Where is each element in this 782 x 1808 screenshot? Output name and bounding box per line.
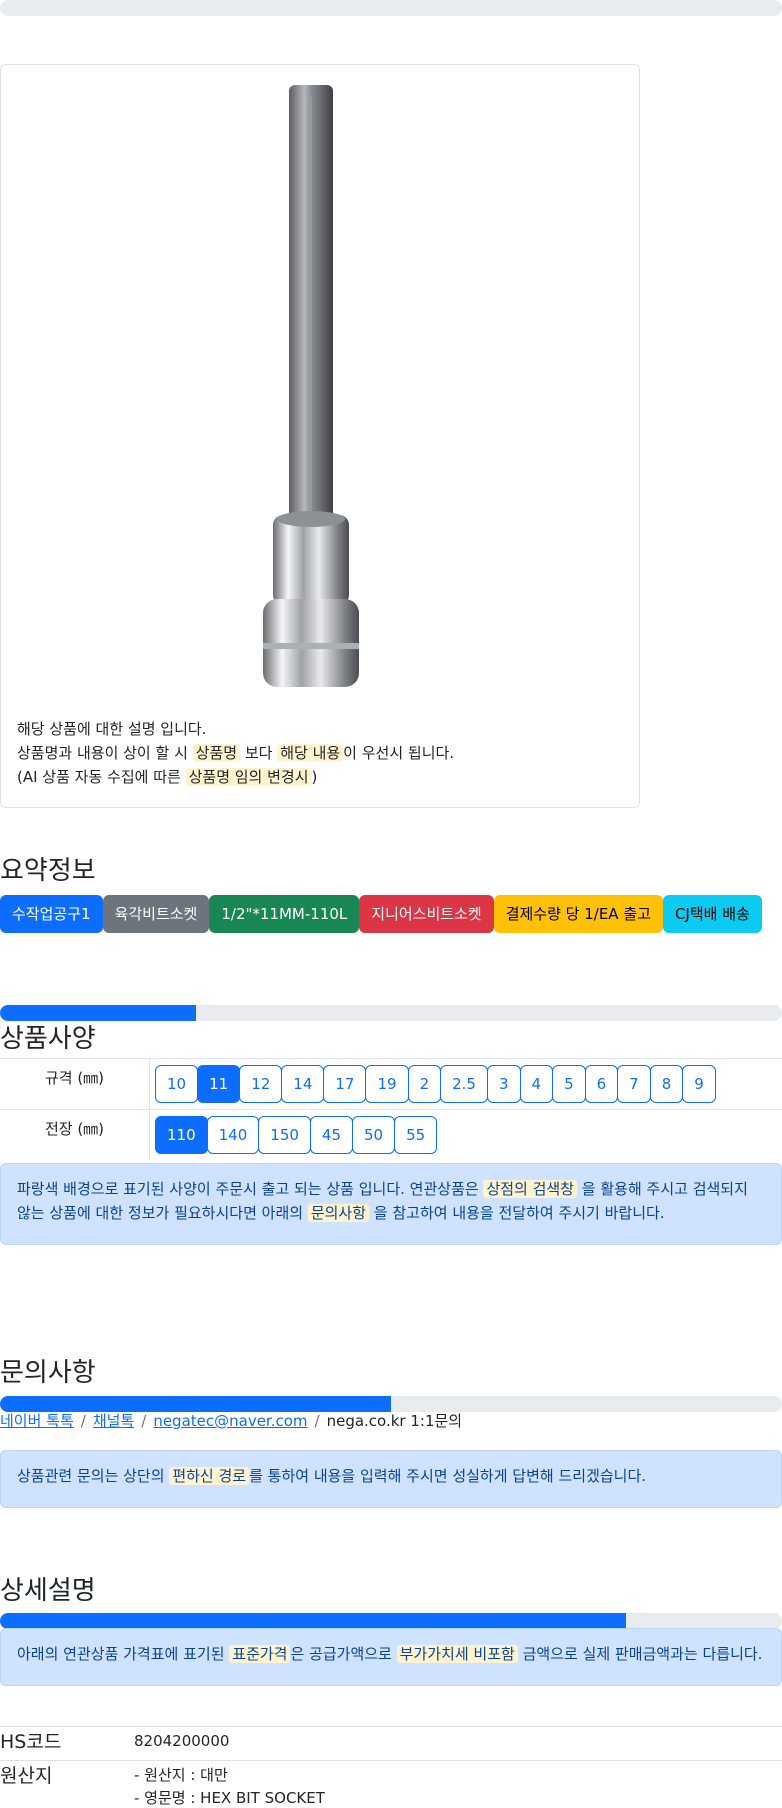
spec-option-0-9[interactable]: 4	[519, 1065, 554, 1103]
hex-bit-socket-image	[263, 85, 359, 687]
badge-brand: 지니어스비트소켓	[359, 895, 494, 933]
detail-notice: 아래의 연관상품 가격표에 표기된 표준가격 은 공급가액으로 부가가치세 비포함…	[0, 1628, 782, 1686]
detail-progress-bar	[0, 1613, 782, 1629]
product-description: 해당 상품에 대한 설명 입니다. 상품명과 내용이 상이 할 시 상품명 보다…	[17, 717, 454, 789]
spec-row-size: 규격 (㎜) 10 11 12 14 17 19 2 2.5 3 4 5 6 7 8 9	[0, 1058, 782, 1110]
highlight-standard-price: 표준가격	[229, 1645, 291, 1663]
spec-label-size: 규격 (㎜)	[0, 1059, 150, 1110]
spec-option-0-14[interactable]: 9	[682, 1065, 716, 1103]
description-line-2: 상품명과 내용이 상이 할 시 상품명 보다 해당 내용 이 우선시 됩니다.	[17, 744, 455, 762]
badge-type: 육각비트소켓	[102, 895, 210, 933]
spec-progress-bar	[0, 1005, 782, 1021]
spec-option-1-0[interactable]: 110	[155, 1116, 208, 1154]
spec-option-1-4[interactable]: 50	[352, 1116, 396, 1154]
spec-option-1-5[interactable]: 55	[394, 1116, 438, 1154]
spec-option-0-0[interactable]: 10	[155, 1065, 199, 1103]
spec-label-length: 전장 (㎜)	[0, 1110, 150, 1161]
highlight-search: 상점의 검색창	[483, 1180, 578, 1198]
site-inquiry-text: nega.co.kr 1:1문의	[326, 1412, 463, 1430]
email-link[interactable]: negatec@naver.com	[153, 1412, 307, 1430]
highlight-route: 편하신 경로	[169, 1467, 250, 1485]
spec-title: 상품사양	[0, 1024, 96, 1054]
spec-options-length: 110 140 150 45 50 55	[155, 1116, 438, 1154]
spec-option-0-10[interactable]: 5	[552, 1065, 586, 1103]
inquiry-title: 문의사항	[0, 1358, 96, 1388]
hs-code-label: HS코드	[0, 1731, 62, 1753]
badge-size: 1/2"*11MM-110L	[209, 895, 360, 933]
naver-talk-link[interactable]: 네이버 톡톡	[0, 1412, 74, 1430]
highlight-vat: 부가가치세 비포함	[396, 1645, 518, 1663]
origin-row: 원산지 - 원산지 : 대만 - 영문명 : HEX BIT SOCKET	[0, 1760, 782, 1808]
product-card: 해당 상품에 대한 설명 입니다. 상품명과 내용이 상이 할 시 상품명 보다…	[0, 64, 640, 808]
highlight-name-change: 상품명 임의 변경시	[185, 768, 312, 786]
origin-value: - 원산지 : 대만 - 영문명 : HEX BIT SOCKET	[134, 1766, 325, 1807]
spec-option-0-3[interactable]: 14	[281, 1065, 325, 1103]
spec-option-0-4[interactable]: 17	[323, 1065, 367, 1103]
spec-option-0-11[interactable]: 6	[584, 1065, 619, 1103]
spec-option-0-2[interactable]: 12	[239, 1065, 283, 1103]
badge-shipping: CJ택배 배송	[662, 895, 762, 933]
spec-option-1-2[interactable]: 150	[258, 1116, 311, 1154]
badge-quantity: 결제수량 당 1/EA 출고	[493, 895, 663, 933]
highlight-content: 해당 내용	[277, 744, 344, 762]
description-line-3: (AI 상품 자동 수집에 따른 상품명 임의 변경시)	[17, 768, 318, 786]
origin-label: 원산지	[0, 1765, 53, 1787]
inquiry-notice: 상품관련 문의는 상단의 편하신 경로 를 통하여 내용을 입력해 주시면 성실하…	[0, 1450, 782, 1508]
spec-option-0-7[interactable]: 2.5	[440, 1065, 488, 1103]
contact-links: 네이버 톡톡 / 채널톡 / negatec@naver.com / nega.co.kr …	[0, 1412, 463, 1430]
spec-option-1-1[interactable]: 140	[206, 1116, 260, 1154]
highlight-inquiry: 문의사항	[307, 1204, 370, 1222]
spec-option-0-12[interactable]: 7	[617, 1065, 651, 1103]
summary-badges: 수작업공구1 육각비트소켓 1/2"*11MM-110L 지니어스비트소켓 결제…	[0, 895, 762, 933]
top-progress-bar	[0, 0, 782, 16]
hs-code-row: HS코드 8204200000	[0, 1726, 782, 1760]
detail-progress-fill	[0, 1613, 626, 1629]
channel-talk-link[interactable]: 채널톡	[93, 1412, 134, 1430]
highlight-product-name: 상품명	[192, 744, 241, 762]
spec-options-size: 10 11 12 14 17 19 2 2.5 3 4 5 6 7 8 9	[155, 1065, 716, 1103]
spec-option-0-6[interactable]: 2	[407, 1065, 442, 1103]
detail-title: 상세설명	[0, 1576, 96, 1606]
hs-code-value: 8204200000	[134, 1732, 230, 1750]
spec-notice: 파랑색 배경으로 표기된 사양이 주문시 출고 되는 상품 입니다. 연관상품은…	[0, 1163, 782, 1245]
spec-option-1-3[interactable]: 45	[309, 1116, 354, 1154]
spec-option-0-8[interactable]: 3	[486, 1065, 521, 1103]
spec-option-0-13[interactable]: 8	[649, 1065, 684, 1103]
spec-option-0-5[interactable]: 19	[365, 1065, 409, 1103]
summary-title: 요약정보	[0, 856, 96, 886]
spec-option-0-1[interactable]: 11	[197, 1065, 241, 1103]
spec-row-length: 전장 (㎜) 110 140 150 45 50 55	[0, 1109, 782, 1161]
badge-category: 수작업공구1	[0, 895, 103, 933]
description-line-1: 해당 상품에 대한 설명 입니다.	[17, 720, 207, 738]
